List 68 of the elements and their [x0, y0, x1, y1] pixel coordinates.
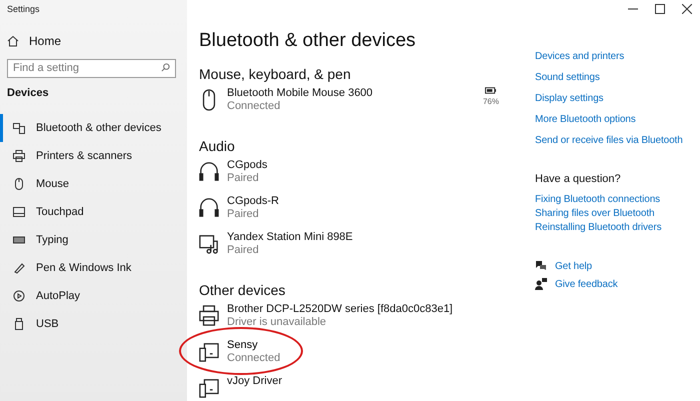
- device-item[interactable]: Bluetooth Mobile Mouse 3600 Connected 76%: [199, 87, 527, 123]
- sidebar-item[interactable]: Typing: [0, 226, 187, 254]
- close-icon[interactable]: [682, 4, 692, 14]
- battery-icon: [485, 87, 496, 94]
- touchpad-icon: [13, 206, 25, 218]
- printer-icon: [13, 150, 25, 162]
- feedback-link[interactable]: Give feedback: [555, 278, 618, 290]
- sidebar-item[interactable]: Touchpad: [0, 198, 187, 226]
- device-name: CGpods: [227, 159, 268, 172]
- mouse-icon: [13, 178, 25, 190]
- device-item[interactable]: CGpods Paired: [199, 159, 527, 195]
- search-field[interactable]: Find a setting: [7, 58, 176, 78]
- home-icon: [7, 35, 19, 47]
- section-heading: Devices: [7, 87, 50, 101]
- device-status: Connected: [227, 352, 280, 365]
- sidebar-item[interactable]: AutoPlay: [0, 282, 187, 310]
- section-heading: Other devices: [199, 282, 286, 299]
- chat-bubbles-icon: [535, 260, 547, 272]
- device-name: CGpods-R: [227, 195, 279, 208]
- device-status: Driver is unavailable: [227, 316, 328, 329]
- play-icon: [13, 290, 25, 302]
- battery-percent: 76%: [482, 97, 499, 106]
- section-heading: Audio: [199, 138, 236, 155]
- device-item[interactable]: CGpods-R Paired: [199, 195, 527, 231]
- sidebar-item[interactable]: Pen & Windows Ink: [0, 254, 187, 282]
- device-name: Brother DCP-L2520DW series [f8da0c0c83e1]: [227, 303, 453, 316]
- person-icon: [535, 278, 547, 290]
- device-icon: [199, 341, 219, 363]
- help-link[interactable]: Reinstalling Bluetooth drivers: [535, 222, 700, 233]
- sidebar-item[interactable]: Mouse: [0, 170, 187, 198]
- pen-icon: [13, 262, 25, 274]
- home-link[interactable]: Home: [7, 33, 187, 49]
- device-item[interactable]: vJoy Driver: [199, 375, 527, 401]
- related-link[interactable]: More Bluetooth options: [535, 114, 700, 125]
- help-link[interactable]: Fixing Bluetooth connections: [535, 194, 700, 205]
- device-item[interactable]: Sensy Connected: [199, 339, 527, 375]
- headphones-icon: [199, 197, 219, 219]
- device-status: Connected: [227, 100, 282, 113]
- device-item[interactable]: Yandex Station Mini 898E Paired: [199, 231, 527, 267]
- related-link[interactable]: Send or receive files via Bluetooth: [535, 135, 700, 146]
- sidebar-item[interactable]: USB: [0, 310, 187, 338]
- maximize-icon[interactable]: [655, 4, 665, 14]
- related-link[interactable]: Devices and printers: [535, 51, 700, 62]
- section-heading: Mouse, keyboard, & pen: [199, 66, 352, 83]
- device-status: Paired: [227, 208, 260, 221]
- device-name: Bluetooth Mobile Mouse 3600: [227, 87, 373, 100]
- search-icon: [161, 63, 170, 72]
- related-link[interactable]: Display settings: [535, 93, 700, 104]
- headphones-icon: [199, 161, 219, 183]
- device-name: Sensy: [227, 339, 259, 352]
- related-link[interactable]: Sound settings: [535, 72, 700, 83]
- keyboard-icon: [13, 234, 25, 246]
- sidebar-item[interactable]: Printers & scanners: [0, 142, 187, 170]
- sidebar-item[interactable]: Bluetooth & other devices: [0, 114, 187, 142]
- page-title: Bluetooth & other devices: [199, 30, 417, 53]
- question-heading: Have a question?: [535, 173, 622, 185]
- device-status: Paired: [227, 244, 260, 257]
- media-device-icon: [199, 233, 219, 255]
- devices-icon: [13, 122, 25, 134]
- device-name: Yandex Station Mini 898E: [227, 231, 353, 244]
- help-link[interactable]: Sharing files over Bluetooth: [535, 208, 700, 219]
- usb-icon: [13, 318, 25, 330]
- device-status: Paired: [227, 172, 260, 185]
- device-item[interactable]: Brother DCP-L2520DW series [f8da0c0c83e1] Driver is unavailable: [199, 303, 527, 339]
- window-title: Settings: [7, 4, 41, 14]
- get-help-link[interactable]: Get help: [555, 260, 592, 272]
- printer-icon: [199, 305, 219, 327]
- device-name: vJoy Driver: [227, 375, 282, 388]
